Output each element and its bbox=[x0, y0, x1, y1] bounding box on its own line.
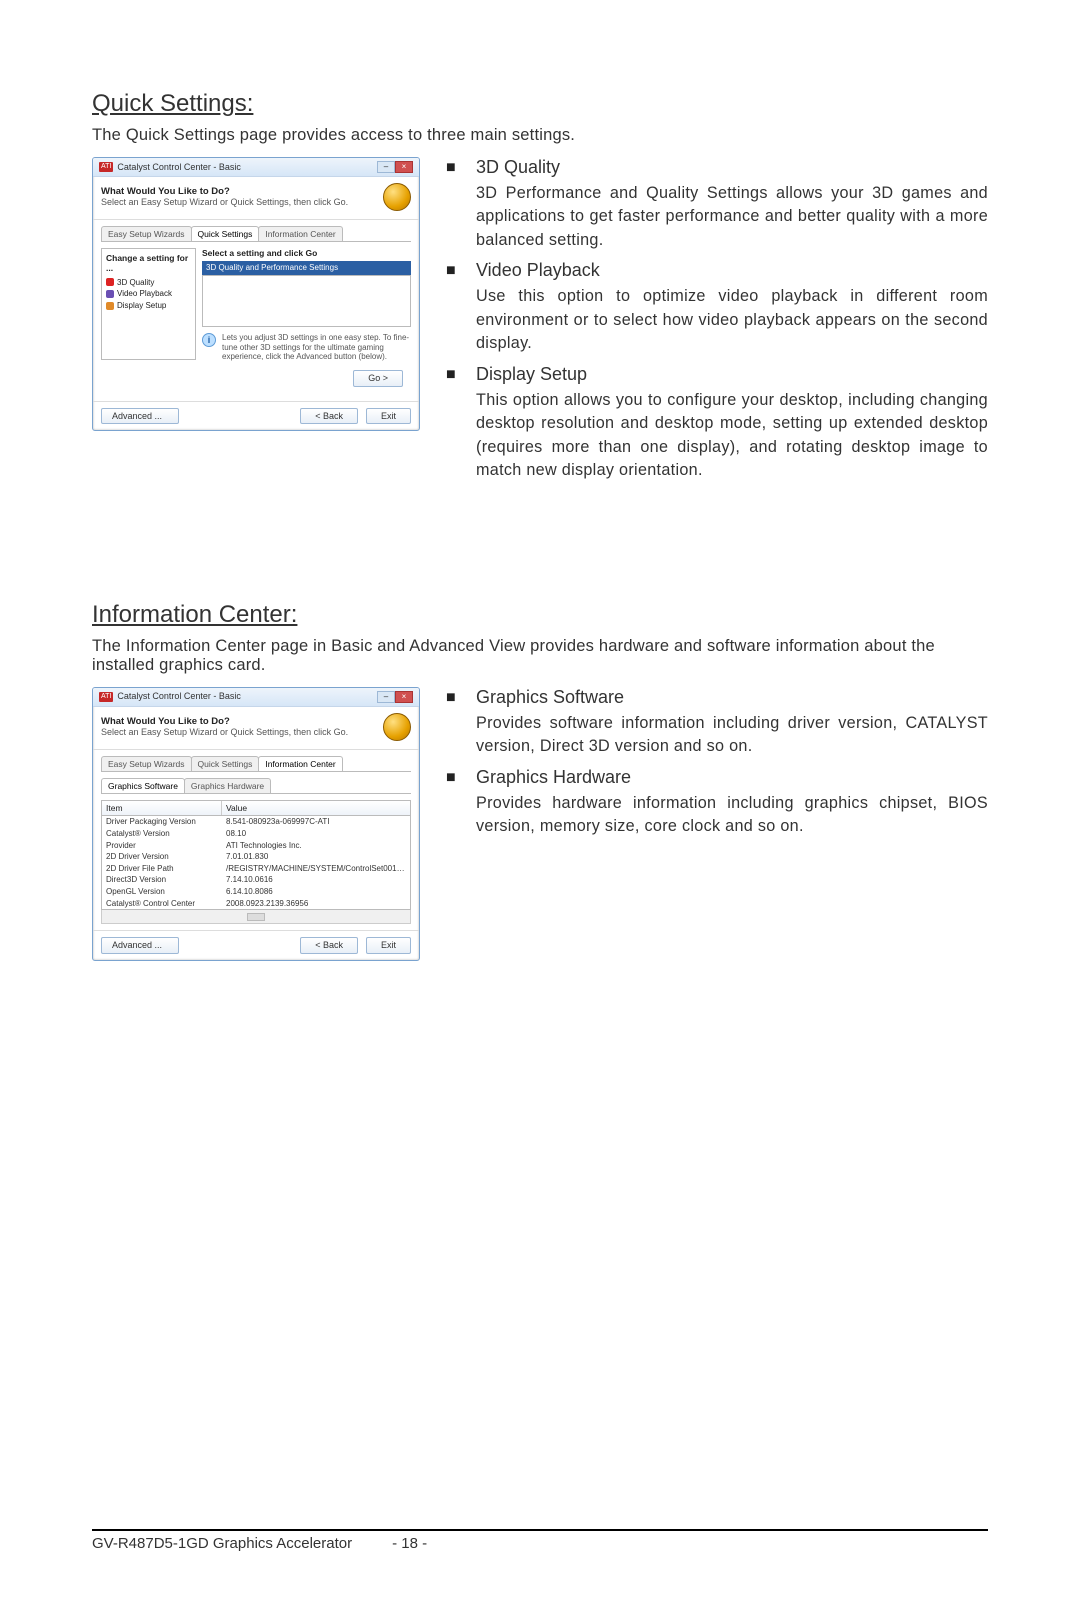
dialog-subtext: Select an Easy Setup Wizard or Quick Set… bbox=[101, 727, 383, 738]
bullet-icon bbox=[106, 290, 114, 298]
back-button[interactable]: < Back bbox=[300, 408, 358, 425]
page-footer: GV-R487D5-1GD Graphics Accelerator - 18 … bbox=[92, 1529, 988, 1552]
table-cell-item: Provider bbox=[102, 840, 222, 852]
bullet-icon bbox=[106, 278, 114, 286]
bullet-body: This option allows you to configure your… bbox=[476, 389, 988, 483]
square-bullet-icon: ■ bbox=[446, 157, 476, 252]
table-row: ProviderATI Technologies Inc. bbox=[102, 840, 410, 852]
table-row: Catalyst® Control Center Version2008.092… bbox=[102, 898, 410, 911]
table-row: Driver Packaging Version8.541-080923a-06… bbox=[102, 816, 410, 828]
table-cell-value: 7.14.10.0616 bbox=[222, 874, 410, 886]
table-cell-item: OpenGL Version bbox=[102, 886, 222, 898]
bullet-title: 3D Quality bbox=[476, 157, 988, 178]
square-bullet-icon: ■ bbox=[446, 260, 476, 355]
table-cell-item: Driver Packaging Version bbox=[102, 816, 222, 828]
settings-category-list[interactable]: Change a setting for ... 3D Quality Vide… bbox=[101, 248, 196, 360]
tab-information-center[interactable]: Information Center bbox=[258, 756, 342, 771]
bullet-body: Provides hardware information including … bbox=[476, 792, 988, 839]
ati-badge: ATI bbox=[99, 162, 113, 172]
ati-logo-icon bbox=[383, 713, 411, 741]
list-item[interactable]: Display Setup bbox=[106, 300, 191, 312]
left-list-header: Change a setting for ... bbox=[106, 253, 191, 273]
tab-easy-setup[interactable]: Easy Setup Wizards bbox=[101, 226, 192, 241]
bullet-title: Display Setup bbox=[476, 364, 988, 385]
exit-button[interactable]: Exit bbox=[366, 937, 411, 954]
table-row: Catalyst® Version08.10 bbox=[102, 828, 410, 840]
info-table: Item Value Driver Packaging Version8.541… bbox=[101, 800, 411, 910]
horizontal-scrollbar[interactable] bbox=[101, 910, 411, 924]
quick-settings-intro: The Quick Settings page provides access … bbox=[92, 126, 988, 145]
information-center-intro: The Information Center page in Basic and… bbox=[92, 637, 988, 675]
table-row: 2D Driver File Path/REGISTRY/MACHINE/SYS… bbox=[102, 863, 410, 875]
ati-logo-icon bbox=[383, 183, 411, 211]
close-icon[interactable]: × bbox=[395, 691, 413, 703]
table-cell-value: ATI Technologies Inc. bbox=[222, 840, 410, 852]
footer-product: GV-R487D5-1GD Graphics Accelerator bbox=[92, 1535, 352, 1552]
right-pane-header: Select a setting and click Go bbox=[202, 248, 411, 258]
list-item[interactable]: 3D Quality bbox=[106, 277, 191, 289]
back-button[interactable]: < Back bbox=[300, 937, 358, 954]
table-row: Direct3D Version7.14.10.0616 bbox=[102, 874, 410, 886]
tab-information-center[interactable]: Information Center bbox=[258, 226, 342, 241]
bullet-title: Graphics Hardware bbox=[476, 767, 988, 788]
tip-text: Lets you adjust 3D settings in one easy … bbox=[222, 333, 411, 362]
advanced-button[interactable]: Advanced ... bbox=[101, 937, 179, 954]
square-bullet-icon: ■ bbox=[446, 364, 476, 483]
table-cell-item: Direct3D Version bbox=[102, 874, 222, 886]
bullet-icon bbox=[106, 302, 114, 310]
tab-easy-setup[interactable]: Easy Setup Wizards bbox=[101, 756, 192, 771]
settings-preview-area bbox=[202, 275, 411, 327]
ati-badge: ATI bbox=[99, 692, 113, 702]
table-cell-item: 2D Driver Version bbox=[102, 851, 222, 863]
tab-quick-settings[interactable]: Quick Settings bbox=[191, 756, 260, 771]
table-cell-value: 6.14.10.8086 bbox=[222, 886, 410, 898]
table-cell-value: 8.541-080923a-069997C-ATI bbox=[222, 816, 410, 828]
minimize-icon[interactable]: – bbox=[377, 691, 395, 703]
square-bullet-icon: ■ bbox=[446, 687, 476, 759]
information-center-heading: Information Center: bbox=[92, 601, 988, 629]
bullet-body: 3D Performance and Quality Settings allo… bbox=[476, 182, 988, 252]
tab-quick-settings[interactable]: Quick Settings bbox=[191, 226, 260, 241]
col-item-header[interactable]: Item bbox=[102, 801, 222, 815]
subtab-graphics-software[interactable]: Graphics Software bbox=[101, 778, 185, 793]
advanced-button[interactable]: Advanced ... bbox=[101, 408, 179, 425]
close-icon[interactable]: × bbox=[395, 161, 413, 173]
quick-settings-dialog: ATI Catalyst Control Center - Basic – × … bbox=[92, 157, 420, 431]
quick-settings-heading: Quick Settings: bbox=[92, 90, 988, 118]
bullet-body: Use this option to optimize video playba… bbox=[476, 285, 988, 355]
bullet-title: Graphics Software bbox=[476, 687, 988, 708]
dialog-question: What Would You Like to Do? bbox=[101, 186, 383, 197]
table-row: OpenGL Version6.14.10.8086 bbox=[102, 886, 410, 898]
dialog-subtext: Select an Easy Setup Wizard or Quick Set… bbox=[101, 197, 383, 208]
information-center-dialog: ATI Catalyst Control Center - Basic – × … bbox=[92, 687, 420, 961]
subtab-graphics-hardware[interactable]: Graphics Hardware bbox=[184, 778, 271, 793]
dialog-question: What Would You Like to Do? bbox=[101, 716, 383, 727]
window-title: Catalyst Control Center - Basic bbox=[117, 691, 373, 702]
window-title: Catalyst Control Center - Basic bbox=[117, 162, 373, 173]
exit-button[interactable]: Exit bbox=[366, 408, 411, 425]
info-icon: i bbox=[202, 333, 216, 347]
go-button[interactable]: Go > bbox=[353, 370, 403, 387]
square-bullet-icon: ■ bbox=[446, 767, 476, 839]
minimize-icon[interactable]: – bbox=[377, 161, 395, 173]
table-cell-item: 2D Driver File Path bbox=[102, 863, 222, 875]
table-row: 2D Driver Version7.01.01.830 bbox=[102, 851, 410, 863]
table-cell-item: Catalyst® Control Center Version bbox=[102, 898, 222, 911]
list-item[interactable]: Video Playback bbox=[106, 288, 191, 300]
bullet-title: Video Playback bbox=[476, 260, 988, 281]
bullet-body: Provides software information including … bbox=[476, 712, 988, 759]
table-cell-value: 7.01.01.830 bbox=[222, 851, 410, 863]
scrollbar-thumb[interactable] bbox=[247, 913, 265, 921]
table-cell-item: Catalyst® Version bbox=[102, 828, 222, 840]
col-value-header[interactable]: Value bbox=[222, 801, 410, 815]
selected-setting-strip[interactable]: 3D Quality and Performance Settings bbox=[202, 261, 411, 275]
footer-page: - 18 - bbox=[392, 1535, 427, 1552]
table-cell-value: 2008.0923.2139.36956 bbox=[222, 898, 410, 911]
table-cell-value: /REGISTRY/MACHINE/SYSTEM/ControlSet001/C… bbox=[222, 863, 410, 875]
table-cell-value: 08.10 bbox=[222, 828, 410, 840]
